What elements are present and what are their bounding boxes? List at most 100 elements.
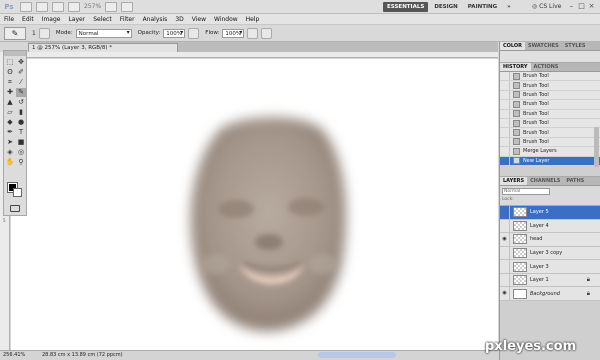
- pressure-size-icon[interactable]: [261, 27, 273, 39]
- visibility-toggle[interactable]: [500, 246, 510, 260]
- tab-actions[interactable]: ACTIONS: [531, 63, 562, 71]
- airbrush-icon[interactable]: [247, 27, 259, 39]
- cs-live-button[interactable]: ◎ CS Live: [532, 2, 561, 12]
- history-item[interactable]: Brush Tool: [500, 100, 600, 110]
- layer-row[interactable]: Layer 3: [500, 260, 600, 274]
- history-item[interactable]: Brush Tool: [500, 72, 600, 82]
- move-tool-icon[interactable]: ✥: [16, 58, 26, 67]
- zoom-tool-icon[interactable]: ⚲: [16, 158, 26, 167]
- layer-row[interactable]: Layer 1 🔒︎: [500, 273, 600, 288]
- layer-row[interactable]: Layer 3 copy: [500, 246, 600, 261]
- visibility-toggle[interactable]: [500, 219, 510, 233]
- marquee-tool-icon[interactable]: ⬚: [5, 58, 15, 67]
- history-item[interactable]: Merge Layers: [500, 147, 600, 157]
- menu-filter[interactable]: Filter: [116, 16, 139, 23]
- maximize-button[interactable]: □: [578, 3, 585, 10]
- brush-panel-toggle-icon[interactable]: [38, 27, 50, 39]
- 3d-rotate-tool-icon[interactable]: ◈: [5, 148, 15, 157]
- crop-tool-icon[interactable]: ⌗: [5, 78, 15, 87]
- eyedropper-tool-icon[interactable]: ⁄: [16, 78, 26, 87]
- quick-selection-tool-icon[interactable]: ✐: [16, 68, 26, 77]
- view-extras-button[interactable]: [52, 1, 64, 12]
- visibility-toggle[interactable]: [500, 205, 510, 219]
- hand-tool-icon[interactable]: ✋: [5, 158, 15, 167]
- path-selection-tool-icon[interactable]: ➤: [5, 138, 15, 147]
- pen-tool-icon[interactable]: ✒: [5, 128, 15, 137]
- layer-row[interactable]: Layer 4: [500, 219, 600, 234]
- visibility-toggle[interactable]: [500, 260, 510, 273]
- dodge-tool-icon[interactable]: ●: [16, 118, 26, 127]
- horizontal-scrollbar[interactable]: [318, 352, 396, 358]
- tab-layers[interactable]: LAYERS: [500, 176, 528, 185]
- workspace-essentials[interactable]: ESSENTIALS: [383, 2, 429, 12]
- tab-paths[interactable]: PATHS: [563, 177, 587, 185]
- history-item[interactable]: Brush Tool: [500, 81, 600, 91]
- minimize-button[interactable]: –: [568, 3, 575, 10]
- workspace-design[interactable]: DESIGN: [430, 2, 461, 12]
- 3d-orbit-tool-icon[interactable]: ◎: [16, 148, 26, 157]
- menu-layer[interactable]: Layer: [64, 16, 89, 23]
- history-item-active[interactable]: New Layer: [500, 156, 600, 166]
- tab-channels[interactable]: CHANNELS: [527, 177, 563, 185]
- menu-help[interactable]: Help: [242, 16, 264, 23]
- workspace-painting[interactable]: PAINTING: [464, 2, 501, 12]
- workspace-more[interactable]: »: [503, 2, 515, 12]
- history-item[interactable]: Brush Tool: [500, 137, 600, 148]
- healing-brush-tool-icon[interactable]: ✚: [5, 88, 15, 97]
- status-zoom[interactable]: 256.41%: [3, 351, 25, 360]
- arrange-documents-button[interactable]: [105, 1, 118, 12]
- history-item[interactable]: Brush Tool: [500, 90, 600, 101]
- menu-3d[interactable]: 3D: [171, 16, 187, 23]
- menu-view[interactable]: View: [188, 16, 210, 23]
- history-item[interactable]: Brush Tool: [500, 118, 600, 129]
- menu-image[interactable]: Image: [38, 16, 65, 23]
- menu-analysis[interactable]: Analysis: [139, 16, 172, 23]
- document-tab[interactable]: 1 @ 257% (Layer 3, RGB/8) *: [28, 43, 178, 52]
- clone-stamp-tool-icon[interactable]: ▲: [5, 98, 15, 107]
- shape-tool-icon[interactable]: ■: [16, 138, 26, 147]
- history-item[interactable]: Brush Tool: [500, 109, 600, 119]
- brush-tool-icon[interactable]: ✎: [16, 88, 26, 97]
- launch-mini-bridge-button[interactable]: [36, 1, 48, 12]
- menu-file[interactable]: File: [0, 16, 18, 23]
- screen-mode-button[interactable]: [121, 1, 134, 12]
- blur-tool-icon[interactable]: ◆: [5, 118, 15, 127]
- menu-select[interactable]: Select: [89, 16, 116, 23]
- layer-name: head: [530, 236, 543, 243]
- brush-size-picker[interactable]: 1: [32, 30, 36, 37]
- launch-bridge-button[interactable]: [20, 1, 32, 12]
- horizontal-ruler[interactable]: [10, 52, 498, 58]
- tab-styles[interactable]: STYLES: [562, 42, 589, 50]
- eraser-tool-icon[interactable]: ▱: [5, 108, 15, 117]
- type-tool-icon[interactable]: T: [16, 128, 26, 137]
- hand-tool-button[interactable]: [68, 1, 80, 12]
- layer-row[interactable]: ◉ Background 🔒︎: [500, 287, 600, 302]
- lasso-tool-icon[interactable]: ʘ: [5, 68, 15, 77]
- pressure-opacity-icon[interactable]: [188, 27, 200, 39]
- document-canvas[interactable]: [11, 59, 498, 350]
- history-brush-tool-icon[interactable]: ↺: [16, 98, 26, 107]
- opacity-field[interactable]: 100%: [163, 28, 186, 38]
- eye-icon[interactable]: ◉: [500, 233, 510, 246]
- gradient-tool-icon[interactable]: ▮: [16, 108, 26, 117]
- history-scrollbar[interactable]: [594, 127, 599, 167]
- tab-swatches[interactable]: SWATCHES: [525, 42, 562, 50]
- layer-row[interactable]: Layer 5: [500, 205, 600, 220]
- flow-field[interactable]: 100%: [222, 28, 245, 38]
- mode-select[interactable]: Normal: [75, 28, 132, 38]
- menu-window[interactable]: Window: [210, 16, 242, 23]
- visibility-toggle[interactable]: [500, 273, 510, 287]
- zoom-level-dropdown[interactable]: 257%: [84, 3, 101, 10]
- menu-edit[interactable]: Edit: [18, 16, 38, 23]
- background-color-swatch[interactable]: [13, 188, 22, 197]
- layer-row[interactable]: ◉ head: [500, 233, 600, 247]
- history-item[interactable]: Brush Tool: [500, 128, 600, 138]
- blend-mode-select[interactable]: Normal: [502, 187, 550, 195]
- tool-preset-picker[interactable]: ✎: [4, 26, 26, 40]
- status-doc-size[interactable]: 28.83 cm x 13.89 cm (72 ppcm): [42, 351, 123, 360]
- quick-mask-icon[interactable]: [10, 205, 20, 212]
- tab-history[interactable]: HISTORY: [500, 63, 531, 71]
- tab-color[interactable]: COLOR: [500, 42, 526, 50]
- close-button[interactable]: ×: [588, 3, 595, 10]
- eye-icon[interactable]: ◉: [500, 287, 510, 301]
